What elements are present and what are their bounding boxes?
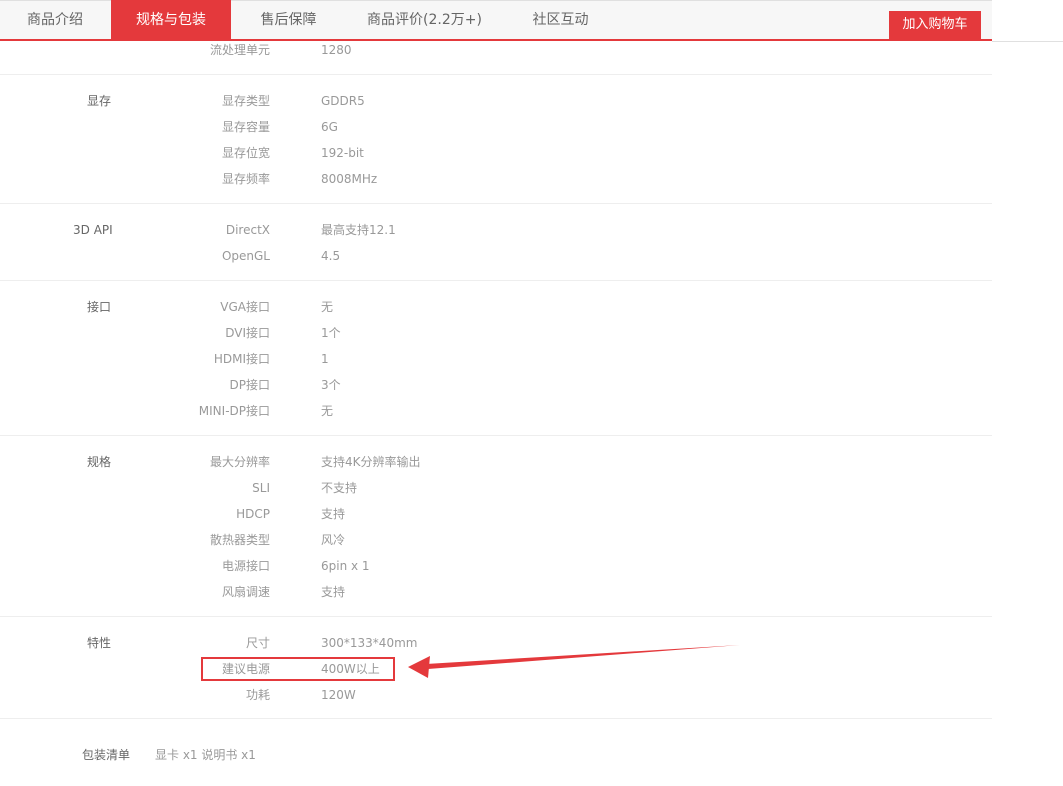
package-list-value: 显卡 x1 说明书 x1 bbox=[155, 748, 256, 762]
package-list-label: 包装清单 bbox=[82, 748, 131, 762]
annotation-arrow-icon bbox=[408, 645, 740, 678]
product-spec-page: 商品介绍 规格与包装 售后保障 商品评价(2.2万+) 社区互动 加入购物车 流… bbox=[0, 0, 1063, 786]
